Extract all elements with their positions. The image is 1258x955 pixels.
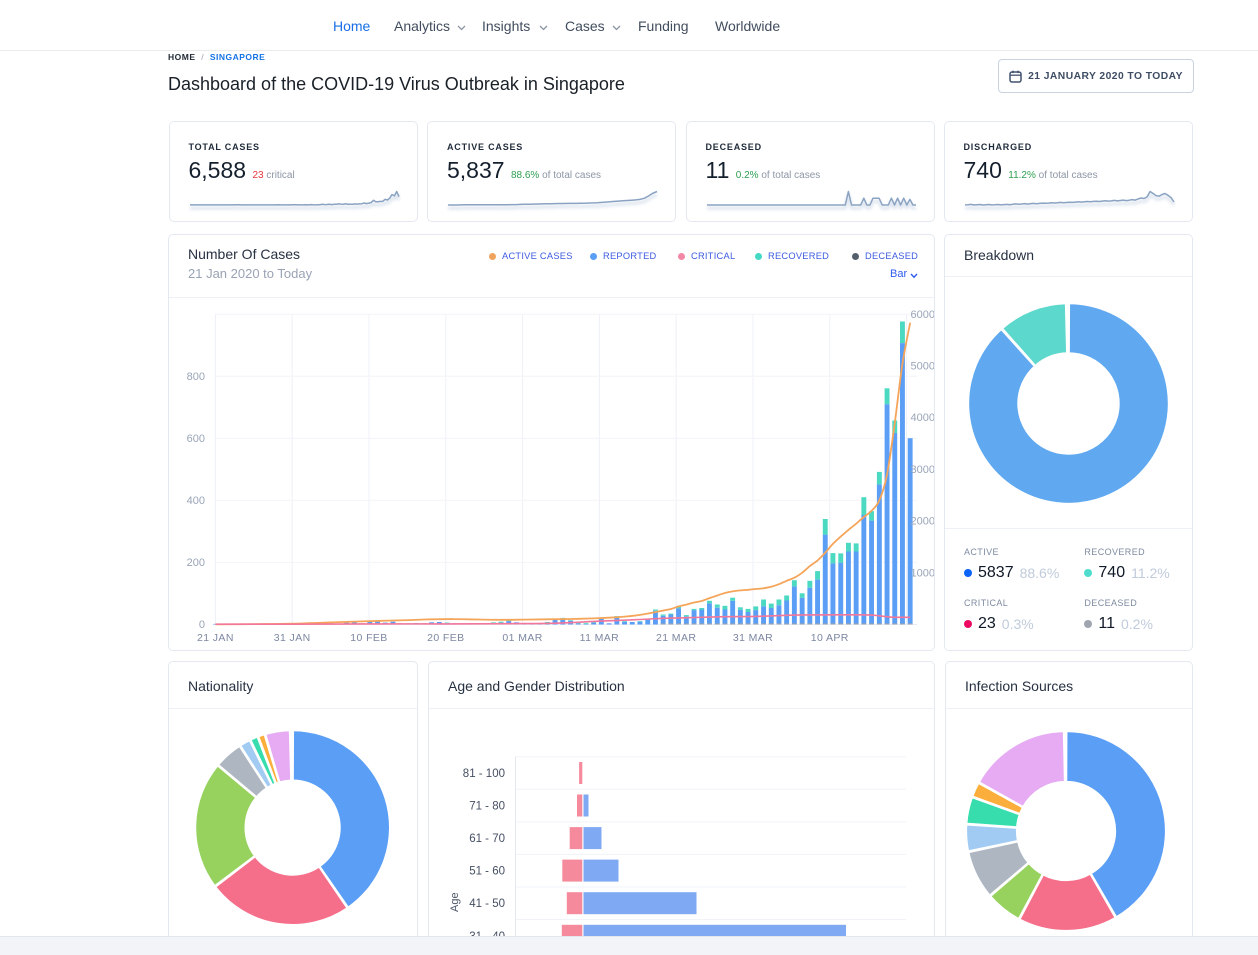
svg-text:Age: Age: [449, 892, 461, 912]
svg-text:200: 200: [187, 557, 205, 569]
svg-text:20 FEB: 20 FEB: [427, 632, 464, 644]
svg-text:01 MAR: 01 MAR: [502, 632, 542, 644]
svg-text:81 - 100: 81 - 100: [463, 768, 505, 780]
svg-text:10 FEB: 10 FEB: [350, 632, 387, 644]
svg-text:1000: 1000: [911, 567, 934, 579]
svg-text:51 - 60: 51 - 60: [469, 866, 505, 878]
svg-text:31 MAR: 31 MAR: [733, 632, 773, 644]
svg-text:71 - 80: 71 - 80: [469, 801, 505, 813]
svg-text:6000: 6000: [911, 309, 934, 321]
svg-text:21 JAN: 21 JAN: [197, 632, 234, 644]
svg-text:400: 400: [187, 495, 205, 507]
svg-text:31 JAN: 31 JAN: [274, 632, 311, 644]
svg-text:800: 800: [187, 371, 205, 383]
svg-text:11 MAR: 11 MAR: [580, 632, 620, 644]
svg-text:5000: 5000: [911, 361, 934, 373]
svg-text:41 - 50: 41 - 50: [469, 898, 505, 910]
svg-text:0: 0: [199, 619, 205, 631]
svg-text:4000: 4000: [911, 412, 934, 424]
svg-text:21 MAR: 21 MAR: [656, 632, 696, 644]
svg-text:600: 600: [187, 433, 205, 445]
svg-text:3000: 3000: [911, 464, 934, 476]
svg-text:10 APR: 10 APR: [811, 632, 849, 644]
svg-text:2000: 2000: [911, 516, 934, 528]
svg-text:61 - 70: 61 - 70: [469, 833, 505, 845]
